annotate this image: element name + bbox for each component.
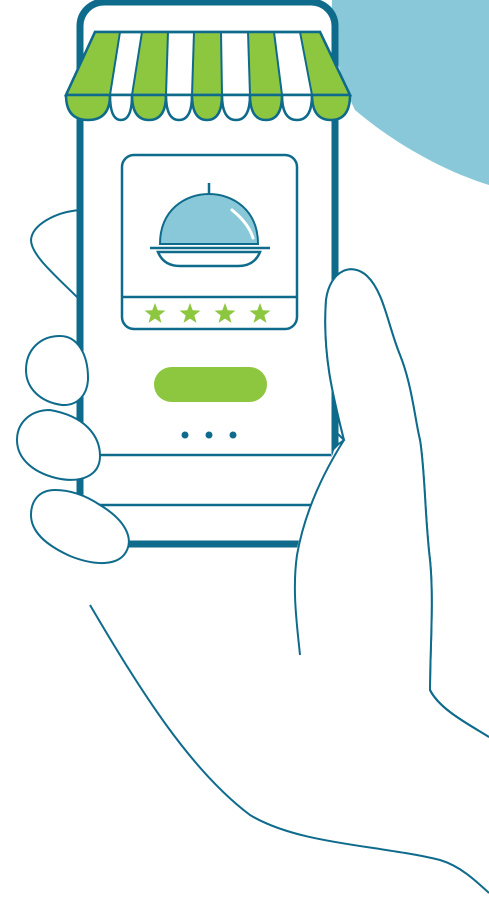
store-awning-icon	[64, 30, 352, 122]
restaurant-app-illustration	[0, 0, 489, 903]
pagination-dot	[229, 431, 237, 439]
illustration-canvas	[15, 0, 489, 894]
restaurant-card[interactable]	[120, 153, 299, 331]
order-button[interactable]	[154, 367, 267, 402]
back-fingers	[29, 209, 81, 301]
finger-1	[24, 334, 90, 407]
pagination-dot	[205, 431, 213, 439]
background-blob	[331, 0, 489, 185]
pagination-dot	[181, 431, 189, 439]
